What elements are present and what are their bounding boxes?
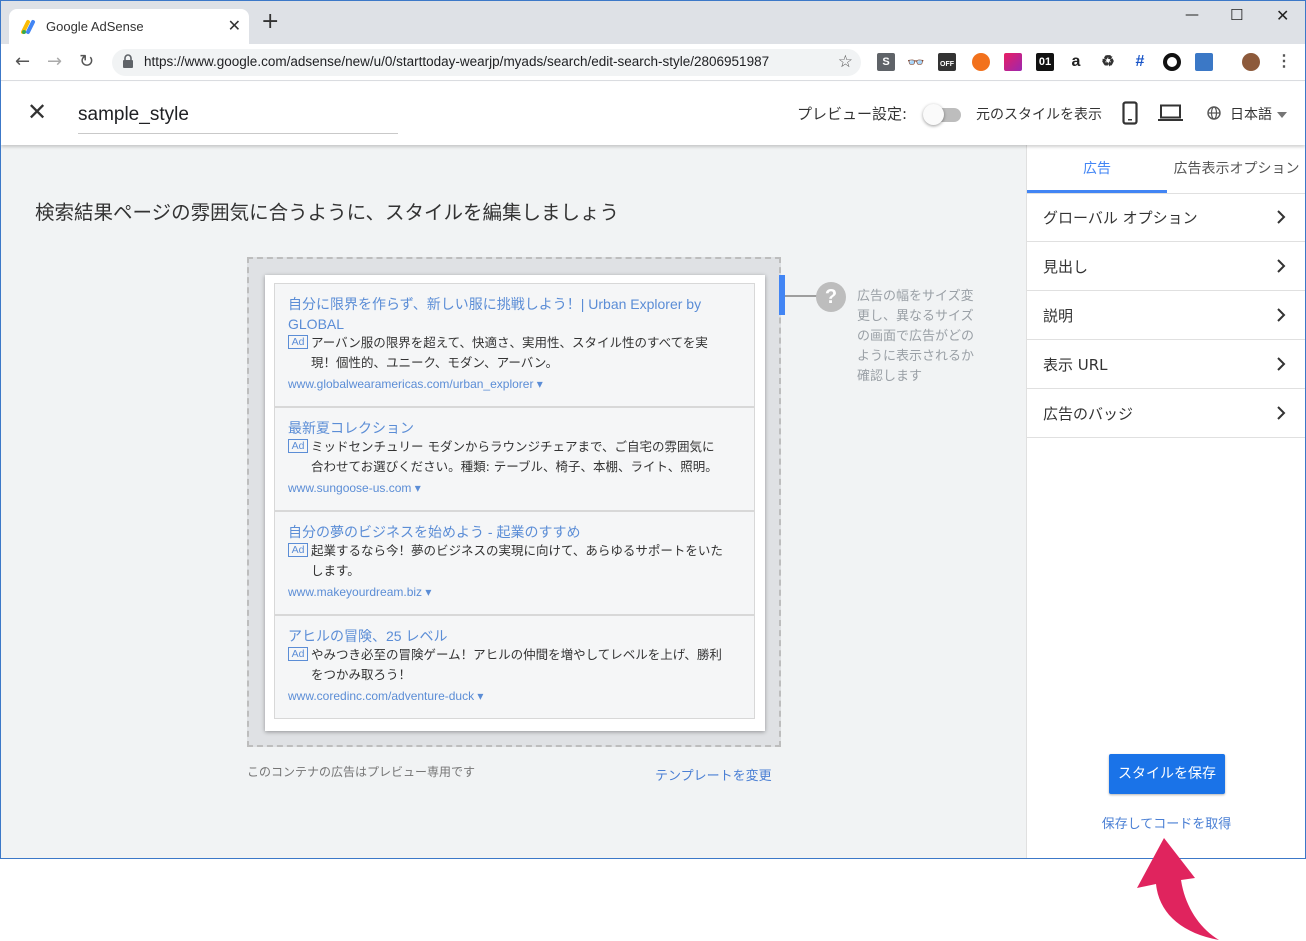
preview-area: 検索結果ページの雰囲気に合うように、スタイルを編集しましょう 自分に限界を作らず… <box>1 145 1026 858</box>
help-icon: ? <box>816 282 846 312</box>
panel-row-label: 表示 URL <box>1043 356 1108 374</box>
address-bar[interactable]: https://www.google.com/adsense/new/u/0/s… <box>112 49 861 76</box>
url-text: https://www.google.com/adsense/new/u/0/s… <box>144 54 770 69</box>
tab-title: Google AdSense <box>46 19 144 34</box>
chevron-right-icon <box>1277 210 1286 224</box>
phone-icon[interactable] <box>1122 101 1138 125</box>
adsense-icon <box>21 20 35 34</box>
ad-title[interactable]: アヒルの冒険、25 レベル <box>288 626 738 646</box>
globe-icon <box>1207 106 1221 120</box>
close-icon[interactable]: ✕ <box>27 100 47 124</box>
star-icon[interactable]: ☆ <box>838 52 853 72</box>
ad-badge: Ad <box>288 335 308 349</box>
panel-row-label: 説明 <box>1043 307 1074 325</box>
chevron-right-icon <box>1277 406 1286 420</box>
extension-blue-icon[interactable] <box>1195 53 1213 71</box>
forward-icon[interactable]: → <box>47 51 62 72</box>
original-style-toggle[interactable] <box>923 104 961 125</box>
resize-hint-text: 広告の幅をサイズ変更し、異なるサイズの画面で広告がどのように表示されるか確認しま… <box>857 289 975 384</box>
ad-description: やみつき必至の冒険ゲーム！アヒルの仲間を増やしてレベルを上げ、勝利をつかみ取ろう… <box>311 647 722 682</box>
style-name-underline <box>78 133 398 134</box>
settings-panel: 広告 広告表示オプション グローバル オプション 見出し 説明 表示 URL 広… <box>1026 145 1305 858</box>
ad-url[interactable]: www.coredinc.com/adventure-duck ▾ <box>288 689 483 703</box>
extension-01-icon[interactable]: 01 <box>1036 53 1054 71</box>
change-template-link[interactable]: テンプレートを変更 <box>655 765 772 784</box>
panel-row-label: グローバル オプション <box>1043 209 1198 227</box>
ad-card[interactable]: 最新夏コレクション Ad ミッドセンチュリー モダンからラウンジチェアまで、ご自… <box>274 407 755 511</box>
reload-icon[interactable]: ↻ <box>79 51 94 72</box>
extension-gradient-icon[interactable] <box>1004 53 1022 71</box>
ad-unit-preview: 自分に限界を作らず、新しい服に挑戦しよう！| Urban Explorer by… <box>265 275 765 731</box>
tab-strip: Google AdSense ✕ + — ☐ ✕ <box>1 1 1305 44</box>
menu-icon[interactable]: ⋮ <box>1275 53 1293 71</box>
extension-recycle-icon[interactable]: ♻ <box>1099 53 1117 71</box>
laptop-icon[interactable] <box>1158 104 1183 122</box>
panel-row-ad-badge[interactable]: 広告のバッジ <box>1027 389 1305 438</box>
ad-url[interactable]: www.sungoose-us.com ▾ <box>288 481 421 495</box>
lock-icon <box>123 54 133 68</box>
ad-card[interactable]: 自分に限界を作らず、新しい服に挑戦しよう！| Urban Explorer by… <box>274 283 755 407</box>
hint-connector <box>785 295 817 297</box>
profile-avatar[interactable] <box>1242 53 1260 71</box>
ad-title[interactable]: 自分に限界を作らず、新しい服に挑戦しよう！| Urban Explorer by… <box>288 294 738 334</box>
extension-a-icon[interactable]: a <box>1067 53 1085 71</box>
dropdown-icon[interactable] <box>1277 112 1287 118</box>
browser-tab[interactable]: Google AdSense ✕ <box>9 9 249 44</box>
preview-settings-label: プレビュー設定: <box>797 105 908 123</box>
extension-orange-icon[interactable] <box>972 53 990 71</box>
ad-description: 起業するなら今！夢のビジネスの実現に向けて、あらゆるサポートをいたします。 <box>311 543 723 578</box>
extension-ring-icon[interactable] <box>1163 53 1181 71</box>
chevron-right-icon <box>1277 357 1286 371</box>
extension-off-icon[interactable]: OFF <box>938 53 956 71</box>
save-style-button[interactable]: スタイルを保存 <box>1109 754 1225 794</box>
browser-toolbar: ← → ↻ https://www.google.com/adsense/new… <box>1 44 1305 81</box>
chevron-right-icon <box>1277 259 1286 273</box>
minimize-icon[interactable]: — <box>1185 7 1199 23</box>
ad-card[interactable]: アヒルの冒険、25 レベル Ad やみつき必至の冒険ゲーム！アヒルの仲間を増やし… <box>274 615 755 719</box>
page-headline: 検索結果ページの雰囲気に合うように、スタイルを編集しましょう <box>35 201 620 224</box>
ad-description: ミッドセンチュリー モダンからラウンジチェアまで、ご自宅の雰囲気に合わせてお選び… <box>311 439 718 474</box>
maximize-icon[interactable]: ☐ <box>1230 6 1243 24</box>
ad-description: アーバン服の限界を超えて、快適さ、実用性、スタイル性のすべてを実現！個性的、ユニ… <box>311 335 708 370</box>
close-window-icon[interactable]: ✕ <box>1276 6 1289 25</box>
panel-row-global-options[interactable]: グローバル オプション <box>1027 193 1305 242</box>
panel-row-headline[interactable]: 見出し <box>1027 242 1305 291</box>
ad-url[interactable]: www.makeyourdream.biz ▾ <box>288 585 431 599</box>
close-tab-icon[interactable]: ✕ <box>228 16 241 35</box>
ad-badge: Ad <box>288 543 308 557</box>
ad-badge: Ad <box>288 647 308 661</box>
ad-title[interactable]: 自分の夢のビジネスを始めよう - 起業のすすめ <box>288 522 738 542</box>
browser-window: Google AdSense ✕ + — ☐ ✕ ← → ↻ https://w… <box>0 0 1306 859</box>
tab-ads[interactable]: 広告 <box>1027 145 1167 193</box>
editor-header: ✕ sample_style プレビュー設定: 元のスタイルを表示 日本語 <box>1 82 1305 145</box>
toggle-knob <box>923 104 944 125</box>
tab-ad-extensions[interactable]: 広告表示オプション <box>1167 145 1305 193</box>
ad-badge: Ad <box>288 439 308 453</box>
panel-row-description[interactable]: 説明 <box>1027 291 1305 340</box>
language-selector[interactable]: 日本語 <box>1230 104 1272 124</box>
style-name-input[interactable]: sample_style <box>78 104 189 126</box>
panel-row-display-url[interactable]: 表示 URL <box>1027 340 1305 389</box>
original-style-label: 元のスタイルを表示 <box>976 107 1102 123</box>
panel-row-label: 見出し <box>1043 258 1089 276</box>
chevron-right-icon <box>1277 308 1286 322</box>
panel-row-label: 広告のバッジ <box>1043 405 1134 423</box>
ad-title[interactable]: 最新夏コレクション <box>288 418 738 438</box>
arrow-annotation <box>1137 838 1219 940</box>
save-and-get-code-link[interactable]: 保存してコードを取得 <box>1027 813 1305 832</box>
extension-mask-icon[interactable]: 👓 <box>907 53 925 71</box>
new-tab-button[interactable]: + <box>261 11 279 33</box>
extension-hash-icon[interactable]: # <box>1131 53 1149 71</box>
preview-container: 自分に限界を作らず、新しい服に挑戦しよう！| Urban Explorer by… <box>247 257 781 747</box>
ad-card[interactable]: 自分の夢のビジネスを始めよう - 起業のすすめ Ad 起業するなら今！夢のビジネ… <box>274 511 755 615</box>
back-icon[interactable]: ← <box>15 51 30 72</box>
ad-url[interactable]: www.globalwearamericas.com/urban_explore… <box>288 377 543 391</box>
extension-s-icon[interactable]: S <box>877 53 895 71</box>
preview-note: このコンテナの広告はプレビュー専用です <box>247 765 476 779</box>
